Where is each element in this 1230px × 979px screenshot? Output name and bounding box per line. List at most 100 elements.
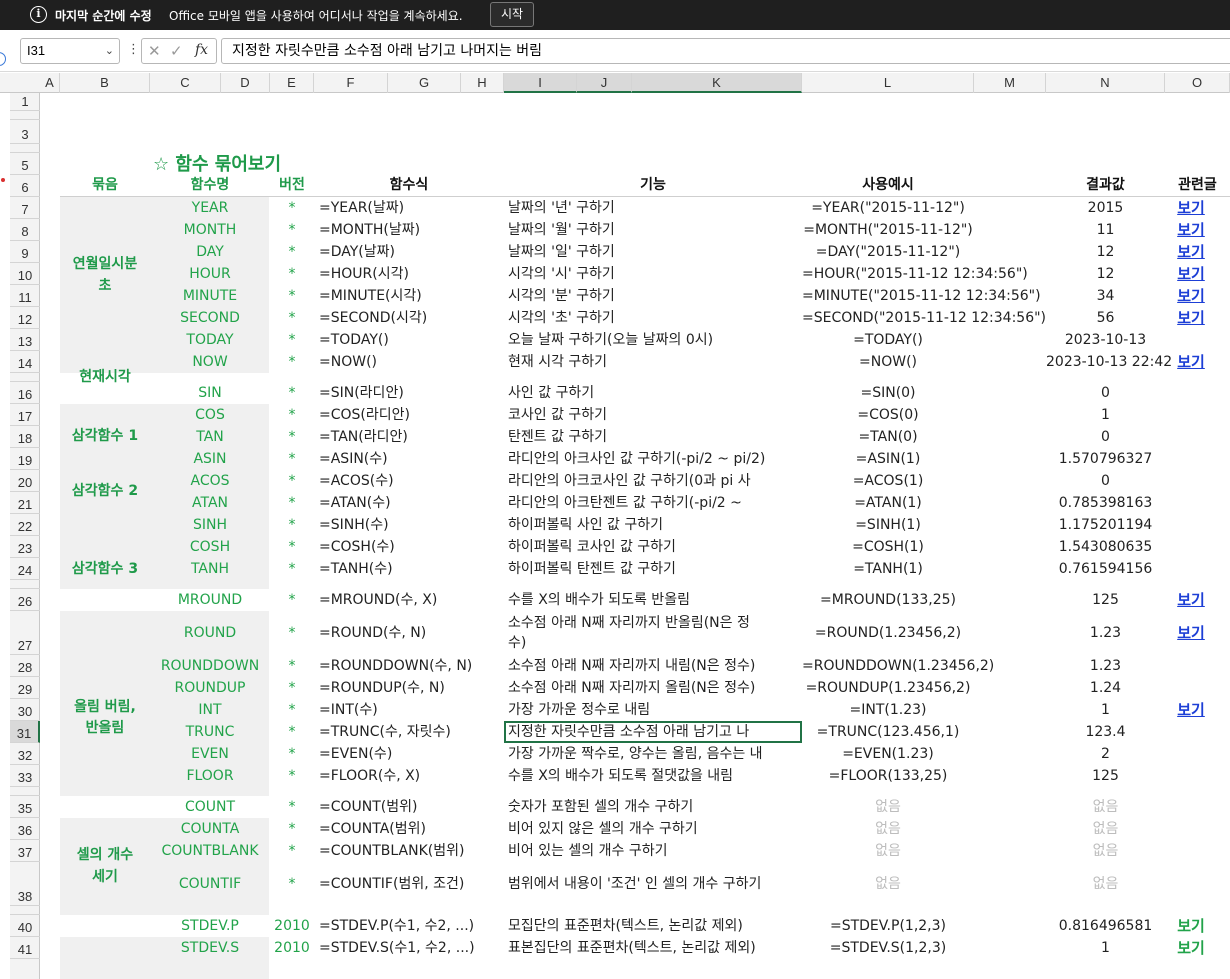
version-value: * <box>288 658 296 674</box>
row-header-15[interactable] <box>10 373 40 382</box>
row-header-6[interactable]: 6 <box>10 175 40 197</box>
row-header-37[interactable]: 37 <box>10 840 40 862</box>
row-header-2[interactable] <box>10 111 40 120</box>
row-header-34[interactable] <box>10 787 40 796</box>
row-header-27[interactable]: 27 <box>10 611 40 655</box>
row-header-21[interactable]: 21 <box>10 492 40 514</box>
row-header-10[interactable]: 10 <box>10 263 40 285</box>
row-header-14[interactable]: 14 <box>10 351 40 373</box>
function-name: COUNTBLANK <box>161 843 259 859</box>
formula-input[interactable]: 지정한 자릿수만큼 소수점 아래 남기고 나머지는 버림 <box>221 38 1230 64</box>
row-header-5[interactable]: 5 <box>10 153 40 175</box>
row-header-29[interactable]: 29 <box>10 677 40 699</box>
view-link[interactable]: 보기 <box>1165 286 1217 306</box>
column-header-d[interactable]: D <box>221 73 270 93</box>
view-link[interactable]: 보기 <box>1165 242 1217 262</box>
row-header-9[interactable]: 9 <box>10 241 40 263</box>
confirm-icon[interactable]: ✓ <box>170 42 183 60</box>
version-value: * <box>288 451 296 467</box>
start-button[interactable]: 시작 <box>490 2 534 27</box>
view-link[interactable]: 보기 <box>1165 623 1217 643</box>
row-header-23[interactable]: 23 <box>10 536 40 558</box>
row-header-38[interactable]: 38 <box>10 862 40 906</box>
view-link[interactable]: 보기 <box>1165 352 1217 372</box>
view-link[interactable]: 보기 <box>1165 220 1217 240</box>
more-options-icon[interactable]: ⋮ <box>127 42 140 57</box>
row-header-41[interactable]: 41 <box>10 937 40 959</box>
row-header-7[interactable]: 7 <box>10 197 40 219</box>
view-link[interactable]: 보기 <box>1165 916 1217 936</box>
function-name: COUNTA <box>180 821 240 837</box>
result-value: 2023-10-13 <box>1064 332 1147 348</box>
function-name: FLOOR <box>186 768 234 784</box>
version-value: * <box>288 539 296 555</box>
row-header-31[interactable]: 31 <box>10 721 40 743</box>
column-header-a[interactable]: A <box>40 73 60 93</box>
row-header-33[interactable]: 33 <box>10 765 40 787</box>
function-description: 가장 가까운 짝수로, 양수는 올림, 음수는 내 <box>508 746 763 762</box>
row-header-12[interactable]: 12 <box>10 307 40 329</box>
column-header-f[interactable]: F <box>314 73 388 93</box>
result-value: 1.23 <box>1089 625 1122 641</box>
function-name: EVEN <box>191 746 229 762</box>
row-header-24[interactable]: 24 <box>10 558 40 580</box>
row-header-16[interactable]: 16 <box>10 382 40 404</box>
insert-function-icon[interactable]: fx <box>195 42 208 58</box>
view-link[interactable]: 보기 <box>1165 308 1217 328</box>
column-header-j[interactable]: J <box>577 73 632 93</box>
view-link[interactable]: 보기 <box>1165 198 1217 218</box>
row-header-11[interactable]: 11 <box>10 285 40 307</box>
view-link[interactable]: 보기 <box>1165 700 1217 720</box>
row-header-3[interactable]: 3 <box>10 120 40 144</box>
column-header-k[interactable]: K <box>632 73 802 93</box>
view-link[interactable]: 보기 <box>1165 590 1217 610</box>
column-header-g[interactable]: G <box>388 73 461 93</box>
usage-example: =SECOND("2015-11-12 12:34:56") <box>802 310 1047 326</box>
sheet-grid[interactable]: ☆ 함수 묶어보기 묶음 함수명 버전 함수식 기능 사용예시 결과값 관련글 연월일시분 초 현재시… <box>40 93 1230 979</box>
view-link[interactable]: 보기 <box>1165 938 1217 958</box>
column-header-m[interactable]: M <box>974 73 1046 93</box>
row-header-28[interactable]: 28 <box>10 655 40 677</box>
row-header-22[interactable]: 22 <box>10 514 40 536</box>
group-label: 반올림 <box>85 720 125 736</box>
row-header-18[interactable]: 18 <box>10 426 40 448</box>
chevron-down-icon[interactable]: ⌄ <box>105 39 114 63</box>
row-header-19[interactable]: 19 <box>10 448 40 470</box>
row-header-39[interactable] <box>10 906 40 915</box>
row-header-40[interactable]: 40 <box>10 915 40 937</box>
cancel-icon[interactable]: ✕ <box>148 42 161 60</box>
column-header-b[interactable]: B <box>60 73 150 93</box>
row-header-35[interactable]: 35 <box>10 796 40 818</box>
column-header-i[interactable]: I <box>504 73 577 93</box>
function-description: 시각의 '초' 구하기 <box>508 310 615 326</box>
version-value: 2010 <box>274 940 310 956</box>
group-label: 삼각함수 1 <box>71 428 139 444</box>
row-header-13[interactable]: 13 <box>10 329 40 351</box>
column-header-n[interactable]: N <box>1046 73 1165 93</box>
function-description: 코사인 값 구하기 <box>508 407 608 423</box>
row-header-30[interactable]: 30 <box>10 699 40 721</box>
row-header-4[interactable] <box>10 144 40 153</box>
row-header-8[interactable]: 8 <box>10 219 40 241</box>
result-value: 없음 <box>1092 799 1119 815</box>
row-header-17[interactable]: 17 <box>10 404 40 426</box>
column-header-c[interactable]: C <box>150 73 221 93</box>
row-header-36[interactable]: 36 <box>10 818 40 840</box>
column-header-e[interactable]: E <box>270 73 314 93</box>
view-link[interactable]: 보기 <box>1165 264 1217 284</box>
row-header-1[interactable]: 1 <box>10 93 40 111</box>
row-header-26[interactable]: 26 <box>10 589 40 611</box>
column-header-h[interactable]: H <box>461 73 504 93</box>
row-header-25[interactable] <box>10 580 40 589</box>
name-box[interactable]: I31 ⌄ <box>20 38 120 64</box>
notification-bar: i 마지막 순간에 수정 Office 모바일 앱을 사용하여 어디서나 작업을… <box>0 0 1230 30</box>
column-header-o[interactable]: O <box>1165 73 1230 93</box>
notification-title: 마지막 순간에 수정 <box>55 9 152 23</box>
version-value: * <box>288 385 296 401</box>
row-header-32[interactable]: 32 <box>10 743 40 765</box>
function-syntax: =HOUR(시각) <box>319 266 409 282</box>
row-header-20[interactable]: 20 <box>10 470 40 492</box>
result-value: 0.785398163 <box>1058 495 1153 511</box>
function-syntax: =TODAY() <box>319 332 389 348</box>
column-header-l[interactable]: L <box>802 73 974 93</box>
